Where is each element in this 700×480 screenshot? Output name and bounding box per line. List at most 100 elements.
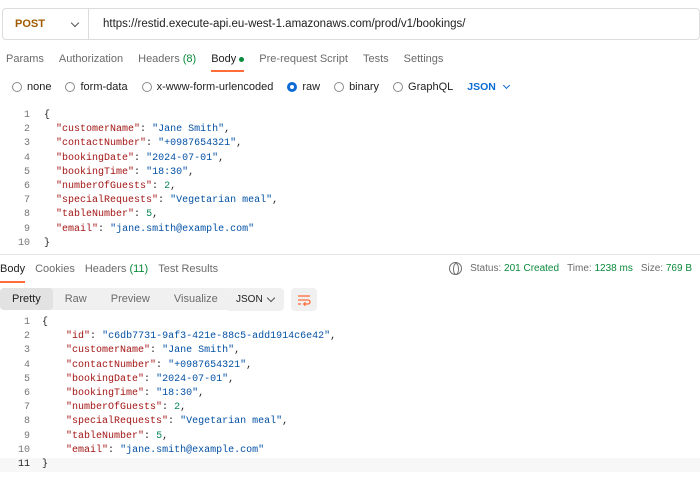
response-body-viewer[interactable]: 1{2 "id": "c6db7731-9af3-421e-88c5-add19…: [0, 316, 700, 473]
tab-params[interactable]: Params: [6, 52, 55, 72]
tab-label: Settings: [403, 53, 444, 65]
view-preview[interactable]: Preview: [99, 288, 162, 310]
code-text: "tableNumber": 5,: [56, 209, 159, 221]
method-select[interactable]: POST: [3, 9, 89, 39]
radio-binary[interactable]: binary: [334, 81, 379, 93]
line-number: 9: [23, 430, 30, 442]
radio-label: none: [27, 81, 52, 93]
request-body-editor[interactable]: 1{2 "customerName": "Jane Smith", 3 "cont…: [0, 109, 700, 251]
tab-settings[interactable]: Settings: [404, 52, 455, 72]
code-text: }: [44, 237, 51, 249]
radio-none[interactable]: none: [12, 81, 51, 93]
modified-dot-icon: [239, 56, 245, 62]
view-pretty[interactable]: Pretty: [0, 288, 53, 310]
response-view-toggle: Pretty Raw Preview Visualize: [0, 288, 230, 310]
code-line: 3 "customerName": "Jane Smith",: [0, 344, 700, 358]
tab-label: Headers: [138, 53, 180, 65]
headers-count: (11): [129, 263, 149, 275]
radio-graphql[interactable]: GraphQL: [393, 81, 453, 93]
tab-label: Test Results: [158, 263, 219, 275]
line-number: 7: [23, 402, 30, 414]
code-text: "customerName": "Jane Smith",: [66, 345, 241, 357]
code-text: "customerName": "Jane Smith",: [56, 124, 231, 136]
code-line: 8 "specialRequests": "Vegetarian meal",: [0, 415, 700, 429]
size-value[interactable]: 769 B: [666, 263, 692, 274]
response-status-bar: Status: 201 Created Time: 1238 ms Size: …: [449, 262, 692, 275]
code-text: "specialRequests": "Vegetarian meal",: [56, 195, 279, 207]
line-number: 5: [23, 166, 30, 178]
radio-form-data[interactable]: form-data: [65, 81, 128, 93]
code-text: "email": "jane.smith@example.com": [56, 223, 255, 235]
code-line: 4 "contactNumber": "+0987654321",: [0, 359, 700, 373]
body-format-select[interactable]: JSON: [467, 81, 510, 93]
radio-label: form-data: [80, 81, 128, 93]
radio-icon: [393, 82, 404, 92]
code-line: 11}: [0, 457, 700, 473]
radio-urlencoded[interactable]: x-www-form-urlencoded: [141, 81, 274, 93]
radio-icon: [141, 82, 152, 92]
radio-icon: [12, 82, 22, 92]
tab-label: Tests: [362, 53, 389, 65]
radio-label: raw: [302, 81, 321, 93]
line-number: 10: [17, 444, 30, 456]
code-line: 8 "tableNumber": 5,: [0, 208, 700, 222]
tab-authorization[interactable]: Authorization: [59, 52, 134, 72]
line-number: 1: [23, 110, 30, 121]
code-text: "bookingDate": "2024-07-01",: [66, 373, 235, 385]
tab-label: Body: [211, 53, 237, 65]
code-line: 9 "tableNumber": 5,: [0, 430, 700, 444]
line-number: 4: [23, 152, 30, 164]
view-raw[interactable]: Raw: [53, 288, 99, 310]
line-number: 8: [23, 416, 30, 428]
line-number: 6: [23, 180, 30, 192]
code-text: "tableNumber": 5,: [66, 430, 169, 442]
response-tab-test-results[interactable]: Test Results: [158, 263, 218, 277]
tab-tests[interactable]: Tests: [363, 52, 400, 72]
tab-label: Authorization: [58, 53, 124, 65]
code-line: 5 "bookingDate": "2024-07-01",: [0, 373, 700, 387]
time-value[interactable]: 1238 ms: [594, 263, 632, 274]
code-line: 1{: [0, 109, 700, 123]
line-number: 6: [23, 387, 30, 399]
line-number: 2: [23, 124, 30, 136]
code-line: 2 "customerName": "Jane Smith",: [0, 123, 700, 137]
line-number: 2: [23, 331, 30, 343]
radio-label: x-www-form-urlencoded: [156, 81, 274, 93]
tab-label: Params: [6, 53, 44, 65]
code-line: 7 "specialRequests": "Vegetarian meal",: [0, 194, 700, 208]
globe-icon[interactable]: [449, 262, 463, 275]
radio-icon: [65, 82, 76, 92]
code-line: 6 "numberOfGuests": 2,: [0, 180, 700, 194]
code-line: 5 "bookingTime": "18:30",: [0, 166, 700, 180]
format-label: JSON: [467, 81, 496, 93]
url-input[interactable]: https://restid.execute-api.eu-west-1.ama…: [89, 18, 465, 30]
pane-divider[interactable]: [0, 254, 700, 255]
code-line: 9 "email": "jane.smith@example.com": [0, 223, 700, 237]
code-line: 7 "numberOfGuests": 2,: [0, 401, 700, 415]
tab-headers[interactable]: Headers (8): [138, 52, 207, 72]
line-number: 5: [23, 373, 30, 385]
radio-label: binary: [349, 81, 380, 93]
response-tab-body[interactable]: Body: [0, 263, 26, 283]
wrap-lines-icon: [298, 294, 311, 306]
size-label: Size:: [640, 263, 664, 274]
line-number: 8: [23, 209, 30, 221]
radio-selected-icon: [287, 82, 298, 92]
line-number: 4: [23, 359, 30, 371]
radio-raw[interactable]: raw: [287, 81, 320, 93]
code-line: 6 "bookingTime": "18:30",: [0, 387, 700, 401]
wrap-lines-button[interactable]: [291, 288, 317, 311]
response-tab-headers[interactable]: Headers (11): [85, 263, 148, 277]
response-tab-cookies[interactable]: Cookies: [35, 263, 75, 277]
response-tabs: Body Cookies Headers (11) Test Results: [0, 263, 228, 283]
chevron-down-icon: [502, 81, 510, 90]
line-number: 11: [17, 458, 30, 470]
tab-body[interactable]: Body: [211, 52, 255, 72]
code-line: 4 "bookingDate": "2024-07-01",: [0, 152, 700, 166]
view-visualize[interactable]: Visualize: [162, 288, 230, 310]
tab-pre-request-script[interactable]: Pre-request Script: [259, 52, 359, 72]
response-format-select[interactable]: JSON: [226, 288, 284, 311]
code-line: 1{: [0, 316, 700, 330]
code-line: 2 "id": "c6db7731-9af3-421e-88c5-add1914…: [0, 330, 700, 344]
status-value[interactable]: 201 Created: [504, 263, 559, 274]
